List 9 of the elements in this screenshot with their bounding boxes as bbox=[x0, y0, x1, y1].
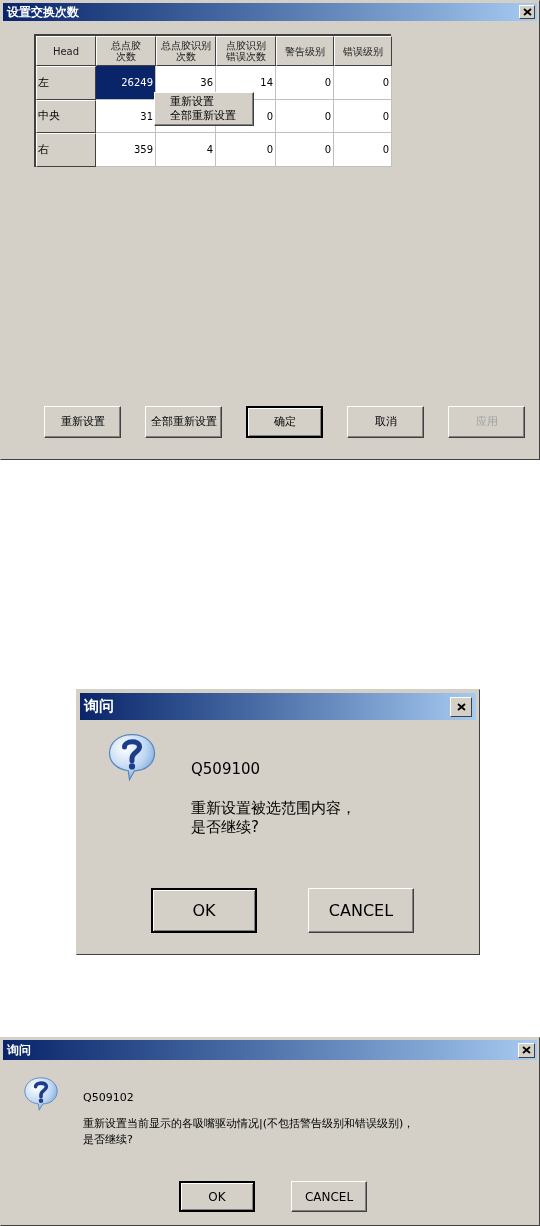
window-title: 询问 bbox=[7, 1042, 31, 1059]
message-code: Q509102 bbox=[83, 1090, 135, 1106]
message-line: 是否继续? bbox=[83, 1131, 134, 1148]
message-line: 重新设置被选范围内容， bbox=[191, 798, 356, 818]
message-line: 重新设置当前显示的各吸嘴驱动情况|(不包括警告级别和错误级别)， bbox=[83, 1115, 415, 1132]
window-title: 询问 bbox=[84, 696, 114, 718]
message-code: Q509100 bbox=[191, 759, 262, 780]
message-line: 是否继续? bbox=[191, 817, 260, 837]
window-title: 设置交换次数 bbox=[7, 4, 79, 21]
